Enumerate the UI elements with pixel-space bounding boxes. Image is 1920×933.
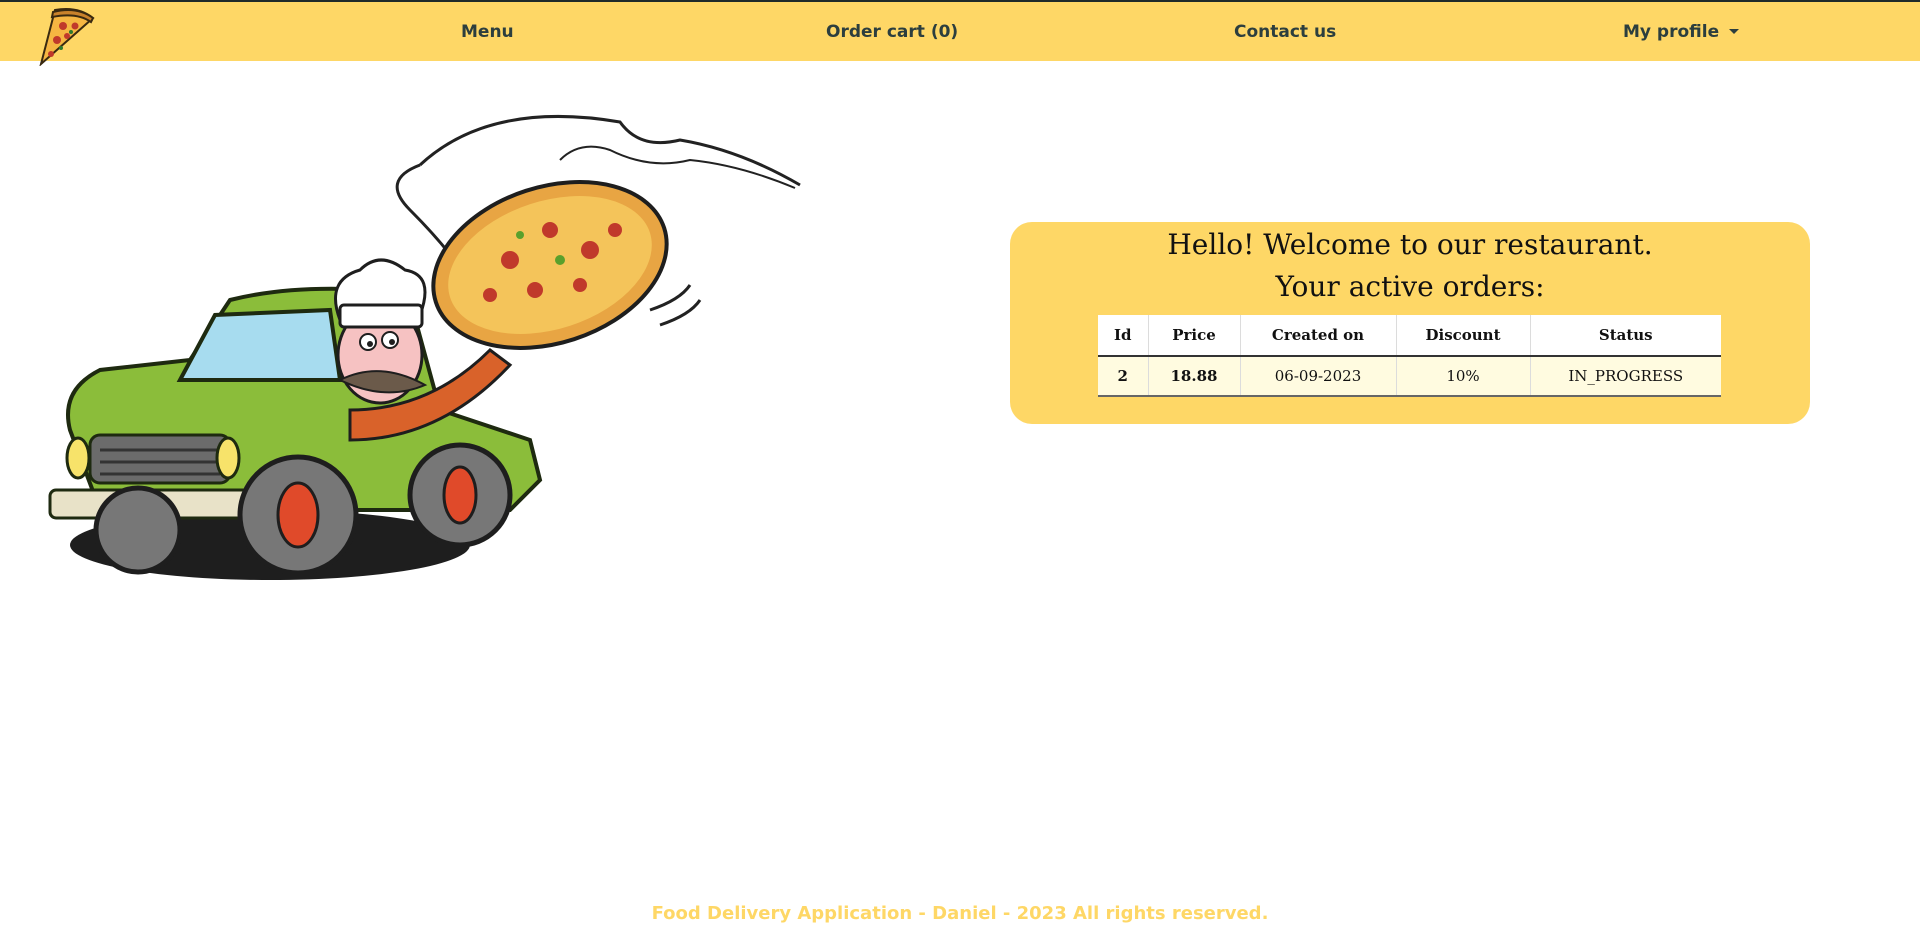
order-created-on-cell: 06-09-2023 (1240, 356, 1397, 397)
footer-copyright: Food Delivery Application - Daniel - 202… (651, 903, 1269, 924)
table-row: 2 18.88 06-09-2023 10% IN_PROGRESS (1098, 356, 1721, 397)
nav-order-cart-link[interactable]: Order cart (0) (826, 22, 958, 42)
column-header-price: Price (1148, 315, 1241, 357)
caret-down-icon (1729, 29, 1740, 34)
order-id-cell: 2 (1098, 356, 1149, 397)
order-status-cell: IN_PROGRESS (1530, 356, 1721, 397)
column-header-discount: Discount (1396, 315, 1531, 357)
order-price-cell: 18.88 (1148, 356, 1241, 397)
pizza-slice-logo-icon[interactable] (33, 4, 95, 66)
column-header-status: Status (1530, 315, 1721, 357)
column-header-created-on: Created on (1240, 315, 1397, 357)
navbar: Menu Order cart (0) Contact us My profil… (0, 0, 1920, 66)
welcome-heading: Hello! Welcome to our restaurant. (1167, 228, 1653, 261)
nav-menu-link[interactable]: Menu (461, 22, 514, 42)
table-header-row: Id Price Created on Discount Status (1098, 315, 1721, 357)
active-orders-table: Id Price Created on Discount Status 2 18… (1098, 315, 1721, 397)
nav-profile-dropdown[interactable]: My profile (1623, 22, 1740, 42)
order-discount-cell: 10% (1396, 356, 1531, 397)
column-header-id: Id (1098, 315, 1149, 357)
delivery-truck-illustration (48, 114, 801, 580)
welcome-panel: Hello! Welcome to our restaurant. Your a… (1010, 222, 1810, 424)
nav-profile-label: My profile (1623, 22, 1720, 42)
active-orders-title: Your active orders: (1275, 270, 1545, 303)
nav-contact-link[interactable]: Contact us (1234, 22, 1336, 42)
